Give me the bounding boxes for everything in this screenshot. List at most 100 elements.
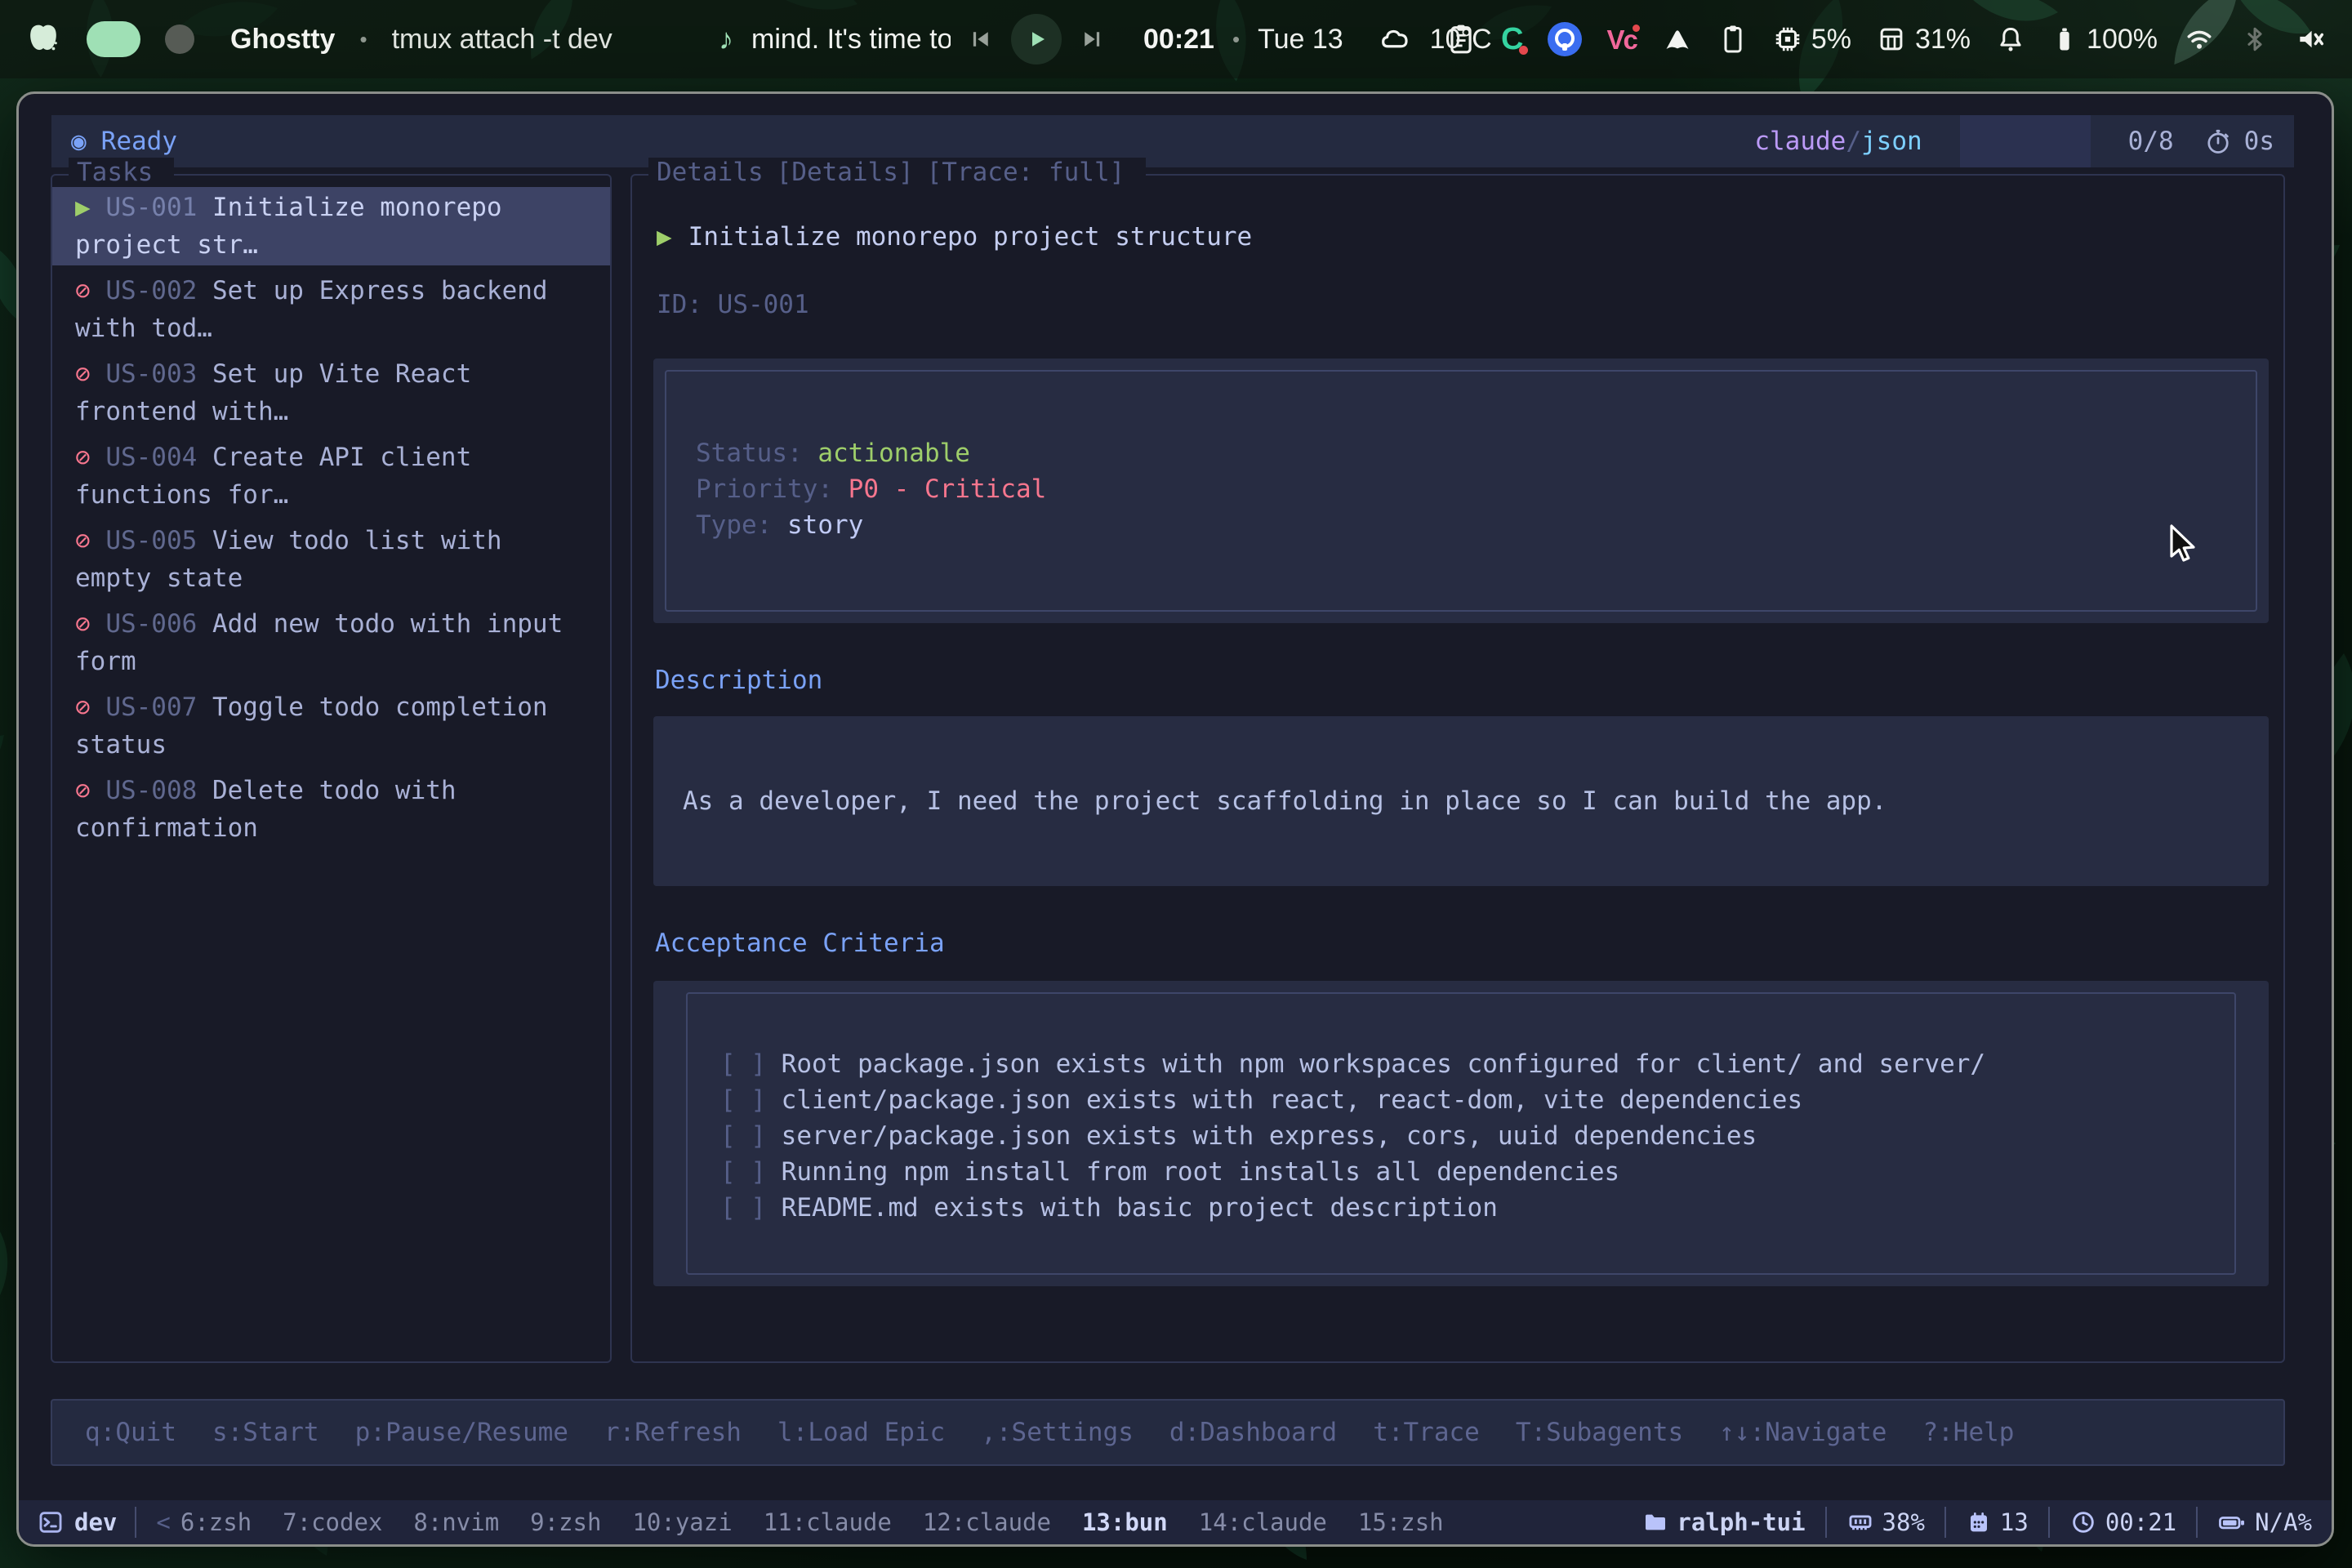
- description-heading: Description: [655, 666, 2283, 695]
- checkbox-empty[interactable]: [ ]: [720, 1193, 766, 1223]
- keybinding-hint[interactable]: ?:Help: [1922, 1418, 2014, 1447]
- tmux-window[interactable]: 6:zsh: [180, 1508, 252, 1536]
- bluetooth-icon[interactable]: [2241, 24, 2269, 55]
- c-app-icon[interactable]: C: [1501, 24, 1523, 55]
- acceptance-criteria-heading: Acceptance Criteria: [655, 929, 2283, 958]
- clipboard-icon[interactable]: [1718, 22, 1748, 56]
- weather-cloud-icon: [1378, 22, 1412, 56]
- checkbox-empty[interactable]: [ ]: [720, 1121, 766, 1151]
- task-list-item[interactable]: ⊘US-008 Delete todo with confirmation: [52, 770, 610, 849]
- ready-status-icon: ◉: [71, 127, 87, 156]
- cpu-status[interactable]: 5%: [1772, 24, 1851, 56]
- tmux-window[interactable]: 8:nvim: [413, 1508, 499, 1536]
- checkbox-empty[interactable]: [ ]: [720, 1085, 766, 1115]
- acceptance-criteria-item[interactable]: [ ] Running npm install from root instal…: [720, 1154, 2234, 1190]
- tmux-status-bar: dev < 6:zsh7:codex8:nvim9:zsh10:yazi11:c…: [19, 1500, 2332, 1544]
- task-id: US-005: [105, 526, 197, 555]
- status-summary-box: Status: actionable Priority: P0 - Critic…: [653, 359, 2269, 623]
- criteria-text: server/package.json exists with express,…: [782, 1121, 1757, 1151]
- selected-task-title: Initialize monorepo project structure: [688, 222, 1253, 252]
- tmux-window[interactable]: 15:zsh: [1358, 1508, 1444, 1536]
- keybinding-hint[interactable]: d:Dashboard: [1169, 1418, 1337, 1447]
- terminal-prompt-icon: [37, 1508, 65, 1536]
- task-list-item[interactable]: ⊘US-002 Set up Express backend with tod…: [52, 270, 610, 349]
- battery-status[interactable]: 100%: [2051, 23, 2158, 56]
- acceptance-criteria-item[interactable]: [ ] Root package.json exists with npm wo…: [720, 1046, 2234, 1082]
- wifi-icon[interactable]: [2182, 24, 2216, 55]
- criteria-text: Root package.json exists with npm worksp…: [782, 1049, 1985, 1079]
- vc-app-icon[interactable]: Vc: [1606, 26, 1636, 53]
- task-list-item[interactable]: ⊘US-007 Toggle todo completion status: [52, 687, 610, 765]
- tmux-window-list: 6:zsh 7:codex 8:nvim 9:zsh 10:yazi 11:claude 1…: [180, 1508, 1444, 1536]
- play-button[interactable]: [1011, 14, 1062, 65]
- menubar-date[interactable]: Tue 13: [1258, 24, 1343, 56]
- onepassword-icon[interactable]: [1548, 22, 1582, 56]
- tmux-window[interactable]: 12:claude: [923, 1508, 1051, 1536]
- tasks-panel-title: Tasks: [77, 158, 153, 187]
- tmux-window[interactable]: 11:claude: [764, 1508, 892, 1536]
- acceptance-criteria-box: [ ] Root package.json exists with npm wo…: [653, 981, 2269, 1286]
- keybinding-hint[interactable]: q:Quit: [85, 1418, 176, 1447]
- task-list-item[interactable]: ⊘US-004 Create API client functions for…: [52, 437, 610, 515]
- details-panel: Details[Details][Trace: full] ▶Initializ…: [630, 174, 2285, 1363]
- task-list-item[interactable]: ⊘US-006 Add new todo with input form: [52, 604, 610, 682]
- bell-icon[interactable]: [1995, 24, 2026, 55]
- apple-menu-icon[interactable]: [24, 20, 62, 58]
- now-playing-title[interactable]: mind. It's time to catch: [751, 24, 951, 56]
- tmux-window[interactable]: 7:codex: [283, 1508, 382, 1536]
- task-list-item[interactable]: ▶US-001 Initialize monorepo project str…: [52, 187, 610, 265]
- next-track-icon[interactable]: [1080, 27, 1104, 51]
- keybinding-hint[interactable]: p:Pause/Resume: [355, 1418, 568, 1447]
- keybinding-hint[interactable]: r:Refresh: [604, 1418, 742, 1447]
- desktop: Ghostty • tmux attach -t dev ♪ mind. It'…: [0, 0, 2352, 1568]
- menubar-circle-indicator[interactable]: [165, 24, 194, 54]
- menubar-pill-indicator[interactable]: [87, 21, 140, 57]
- keybinding-hint[interactable]: ↑↓:Navigate: [1719, 1418, 1886, 1447]
- menubar-status-icons: C Vc 5% 31% 100%: [1446, 21, 2328, 57]
- task-status-icon: ▶: [75, 189, 105, 226]
- memory-status[interactable]: 31%: [1876, 24, 1971, 56]
- volume-muted-icon[interactable]: [2293, 24, 2328, 55]
- description-text: As a developer, I need the project scaff…: [683, 786, 1886, 816]
- tmux-session[interactable]: dev: [19, 1508, 135, 1536]
- acceptance-criteria-item[interactable]: [ ] client/package.json exists with reac…: [720, 1082, 2234, 1118]
- tmux-window[interactable]: 9:zsh: [530, 1508, 601, 1536]
- weather-temperature[interactable]: 10°C: [1430, 24, 1492, 56]
- checkbox-empty[interactable]: [ ]: [720, 1157, 766, 1187]
- task-list-item[interactable]: ⊘US-003 Set up Vite React frontend with…: [52, 354, 610, 432]
- menubar-center-widgets: ♪ mind. It's time to catch 00:21 • Tue 1…: [719, 0, 1492, 78]
- tab-trace[interactable]: [Trace: full]: [927, 158, 1125, 187]
- keybinding-hint[interactable]: l:Load Epic: [777, 1418, 945, 1447]
- previous-track-icon[interactable]: [969, 27, 993, 51]
- tmux-window[interactable]: 14:claude: [1199, 1508, 1327, 1536]
- task-play-icon: ▶: [657, 222, 672, 252]
- selected-task-heading: ▶ Initialize monorepo project structure: [657, 218, 2283, 256]
- folder-icon: [1642, 1509, 1668, 1535]
- cpu-icon: [1772, 24, 1803, 55]
- tmux-path-segment: ralph-tui: [1623, 1508, 1824, 1536]
- memory-percent: 31%: [1915, 24, 1971, 56]
- keybinding-hint[interactable]: T:Subagents: [1516, 1418, 1683, 1447]
- active-app-name[interactable]: Ghostty: [230, 24, 335, 56]
- tmux-window[interactable]: 13:bun: [1082, 1508, 1168, 1536]
- keybinding-hint[interactable]: ,:Settings: [981, 1418, 1134, 1447]
- task-list-item[interactable]: ⊘US-005 View todo list with empty state: [52, 520, 610, 599]
- keybinding-hint[interactable]: t:Trace: [1373, 1418, 1480, 1447]
- task-id: US-006: [105, 609, 197, 639]
- ram-icon: [1846, 1508, 1874, 1536]
- status-label: Status:: [696, 439, 803, 468]
- mountain-app-icon[interactable]: [1661, 24, 1694, 54]
- task-id: US-003: [105, 359, 197, 389]
- keybinding-hint[interactable]: s:Start: [212, 1418, 319, 1447]
- clock-date-dot: •: [1232, 27, 1240, 52]
- tmux-window[interactable]: 10:yazi: [632, 1508, 732, 1536]
- tmux-ram-segment: 38%: [1827, 1508, 1944, 1536]
- checkbox-empty[interactable]: [ ]: [720, 1049, 766, 1079]
- ready-status-text: Ready: [101, 127, 177, 156]
- tab-details[interactable]: [Details]: [777, 158, 914, 187]
- task-id: US-002: [105, 276, 197, 305]
- task-progress-count: 0/8: [2128, 127, 2174, 156]
- acceptance-criteria-item[interactable]: [ ] server/package.json exists with expr…: [720, 1118, 2234, 1154]
- acceptance-criteria-item[interactable]: [ ] README.md exists with basic project …: [720, 1190, 2234, 1226]
- menubar-clock[interactable]: 00:21: [1143, 24, 1214, 56]
